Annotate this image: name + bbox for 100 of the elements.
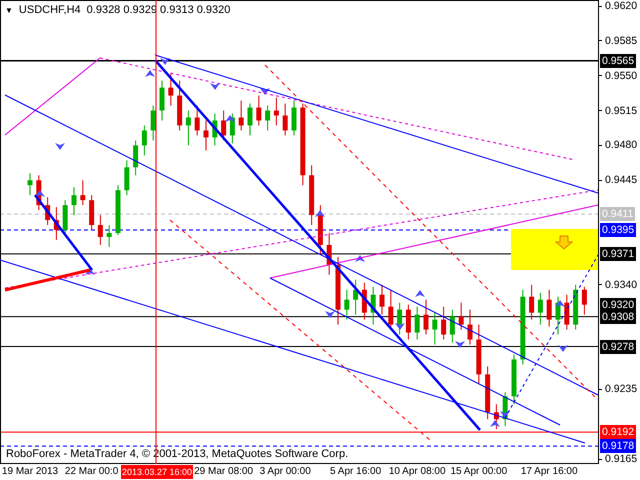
candle bbox=[28, 172, 32, 196]
price-label: 0.9550 bbox=[605, 70, 638, 82]
candle bbox=[248, 103, 252, 136]
candle bbox=[468, 309, 472, 346]
candle bbox=[292, 100, 296, 136]
fractal-up-icon bbox=[415, 290, 425, 297]
candle bbox=[133, 140, 138, 176]
fractal-down-icon bbox=[558, 345, 568, 352]
crosshair-time-label: 2013.03.27 16:00 bbox=[121, 465, 194, 479]
candle bbox=[485, 366, 490, 420]
fractal-down-icon bbox=[455, 341, 465, 348]
time-label: 15 Apr 00:00 bbox=[450, 465, 508, 479]
candle bbox=[344, 289, 350, 320]
candle bbox=[194, 105, 200, 136]
time-label: 19 Mar 2013 bbox=[2, 465, 58, 479]
candle bbox=[62, 200, 68, 236]
fractal-down-icon bbox=[210, 83, 220, 90]
candle bbox=[441, 306, 446, 340]
time-label: 5 Apr 16:00 bbox=[330, 465, 382, 479]
candle bbox=[238, 100, 244, 131]
price-label: 0.9480 bbox=[605, 139, 638, 152]
candle bbox=[168, 73, 174, 106]
candle bbox=[89, 194, 94, 230]
candle bbox=[326, 232, 332, 276]
candle bbox=[370, 286, 376, 326]
candle bbox=[538, 292, 543, 326]
price-label: 0.9585 bbox=[605, 34, 638, 47]
price-marker: 0.9278 bbox=[600, 340, 636, 354]
fractal-up-icon bbox=[315, 210, 325, 217]
candle bbox=[212, 113, 218, 146]
candle bbox=[458, 302, 464, 330]
candle bbox=[45, 196, 50, 226]
candle bbox=[116, 184, 120, 236]
candle bbox=[80, 180, 86, 206]
fractal-down-icon bbox=[395, 323, 405, 330]
price-marker: 0.9178 bbox=[600, 439, 636, 454]
time-label: 10 Apr 08:00 bbox=[388, 465, 446, 479]
fractal-up-icon bbox=[355, 255, 365, 262]
fractal-up-icon bbox=[225, 115, 235, 122]
candle bbox=[106, 224, 112, 248]
candle bbox=[432, 312, 438, 346]
candle bbox=[282, 103, 288, 136]
candle bbox=[336, 256, 340, 326]
candle bbox=[204, 120, 208, 151]
candle bbox=[564, 294, 570, 330]
price-marker: 0.9395 bbox=[600, 223, 636, 237]
candle bbox=[573, 284, 578, 330]
candle bbox=[424, 299, 428, 336]
price-label: 0.9445 bbox=[605, 174, 638, 186]
candle bbox=[98, 214, 103, 246]
candle bbox=[72, 186, 76, 216]
price-marker: 0.9371 bbox=[600, 246, 636, 261]
time-label: 3 Apr 00:00 bbox=[260, 465, 311, 479]
fractal-up-icon bbox=[85, 268, 95, 275]
candle bbox=[414, 306, 420, 340]
price-label: 0.9340 bbox=[605, 278, 638, 291]
bid-price-marker: 0.9320 bbox=[600, 298, 636, 312]
time-label: 29 Mar 08:00 bbox=[194, 465, 254, 479]
candle bbox=[450, 309, 455, 344]
dropdown-arrow[interactable]: ▼ bbox=[5, 4, 13, 17]
candle bbox=[353, 279, 358, 316]
candle bbox=[124, 160, 130, 196]
candle bbox=[582, 286, 587, 316]
candle bbox=[274, 97, 279, 126]
down-arrow-icon bbox=[554, 236, 574, 250]
fractal-up-icon bbox=[555, 300, 565, 307]
candle bbox=[160, 80, 164, 121]
price-marker: 0.9565 bbox=[600, 54, 636, 68]
fractal-down-icon bbox=[260, 88, 270, 95]
candle bbox=[546, 289, 552, 328]
fractal-down-icon bbox=[55, 143, 65, 150]
candle bbox=[309, 164, 314, 226]
price-label: 0.9515 bbox=[605, 104, 638, 117]
candle bbox=[476, 324, 482, 385]
fractal-down-icon bbox=[500, 411, 510, 418]
candle bbox=[230, 113, 235, 144]
candle bbox=[512, 354, 516, 405]
price-marker: 0.9192 bbox=[600, 425, 636, 440]
candle bbox=[256, 95, 262, 126]
candle bbox=[177, 80, 182, 131]
time-label: 22 Mar 00:0 bbox=[64, 465, 118, 479]
candle bbox=[221, 110, 226, 141]
fractal-up-icon bbox=[490, 420, 500, 427]
candle bbox=[186, 110, 191, 146]
price-label: 0.9620 bbox=[605, 0, 638, 12]
candle bbox=[142, 124, 147, 156]
candle bbox=[397, 302, 402, 336]
price-marker: 0.9411 bbox=[600, 207, 636, 222]
candle bbox=[380, 284, 384, 316]
fractal-up-icon bbox=[35, 190, 45, 197]
candle bbox=[54, 206, 59, 240]
fractal-down-icon bbox=[160, 58, 170, 65]
fractal-up-icon bbox=[145, 70, 155, 77]
price-label: 0.9165 bbox=[605, 453, 638, 466]
candle bbox=[406, 304, 411, 340]
price-label: 0.9235 bbox=[605, 383, 638, 396]
fractal-down-icon bbox=[325, 311, 335, 318]
candle bbox=[150, 105, 156, 141]
time-label: 17 Apr 16:00 bbox=[520, 465, 578, 479]
candle bbox=[265, 105, 270, 131]
